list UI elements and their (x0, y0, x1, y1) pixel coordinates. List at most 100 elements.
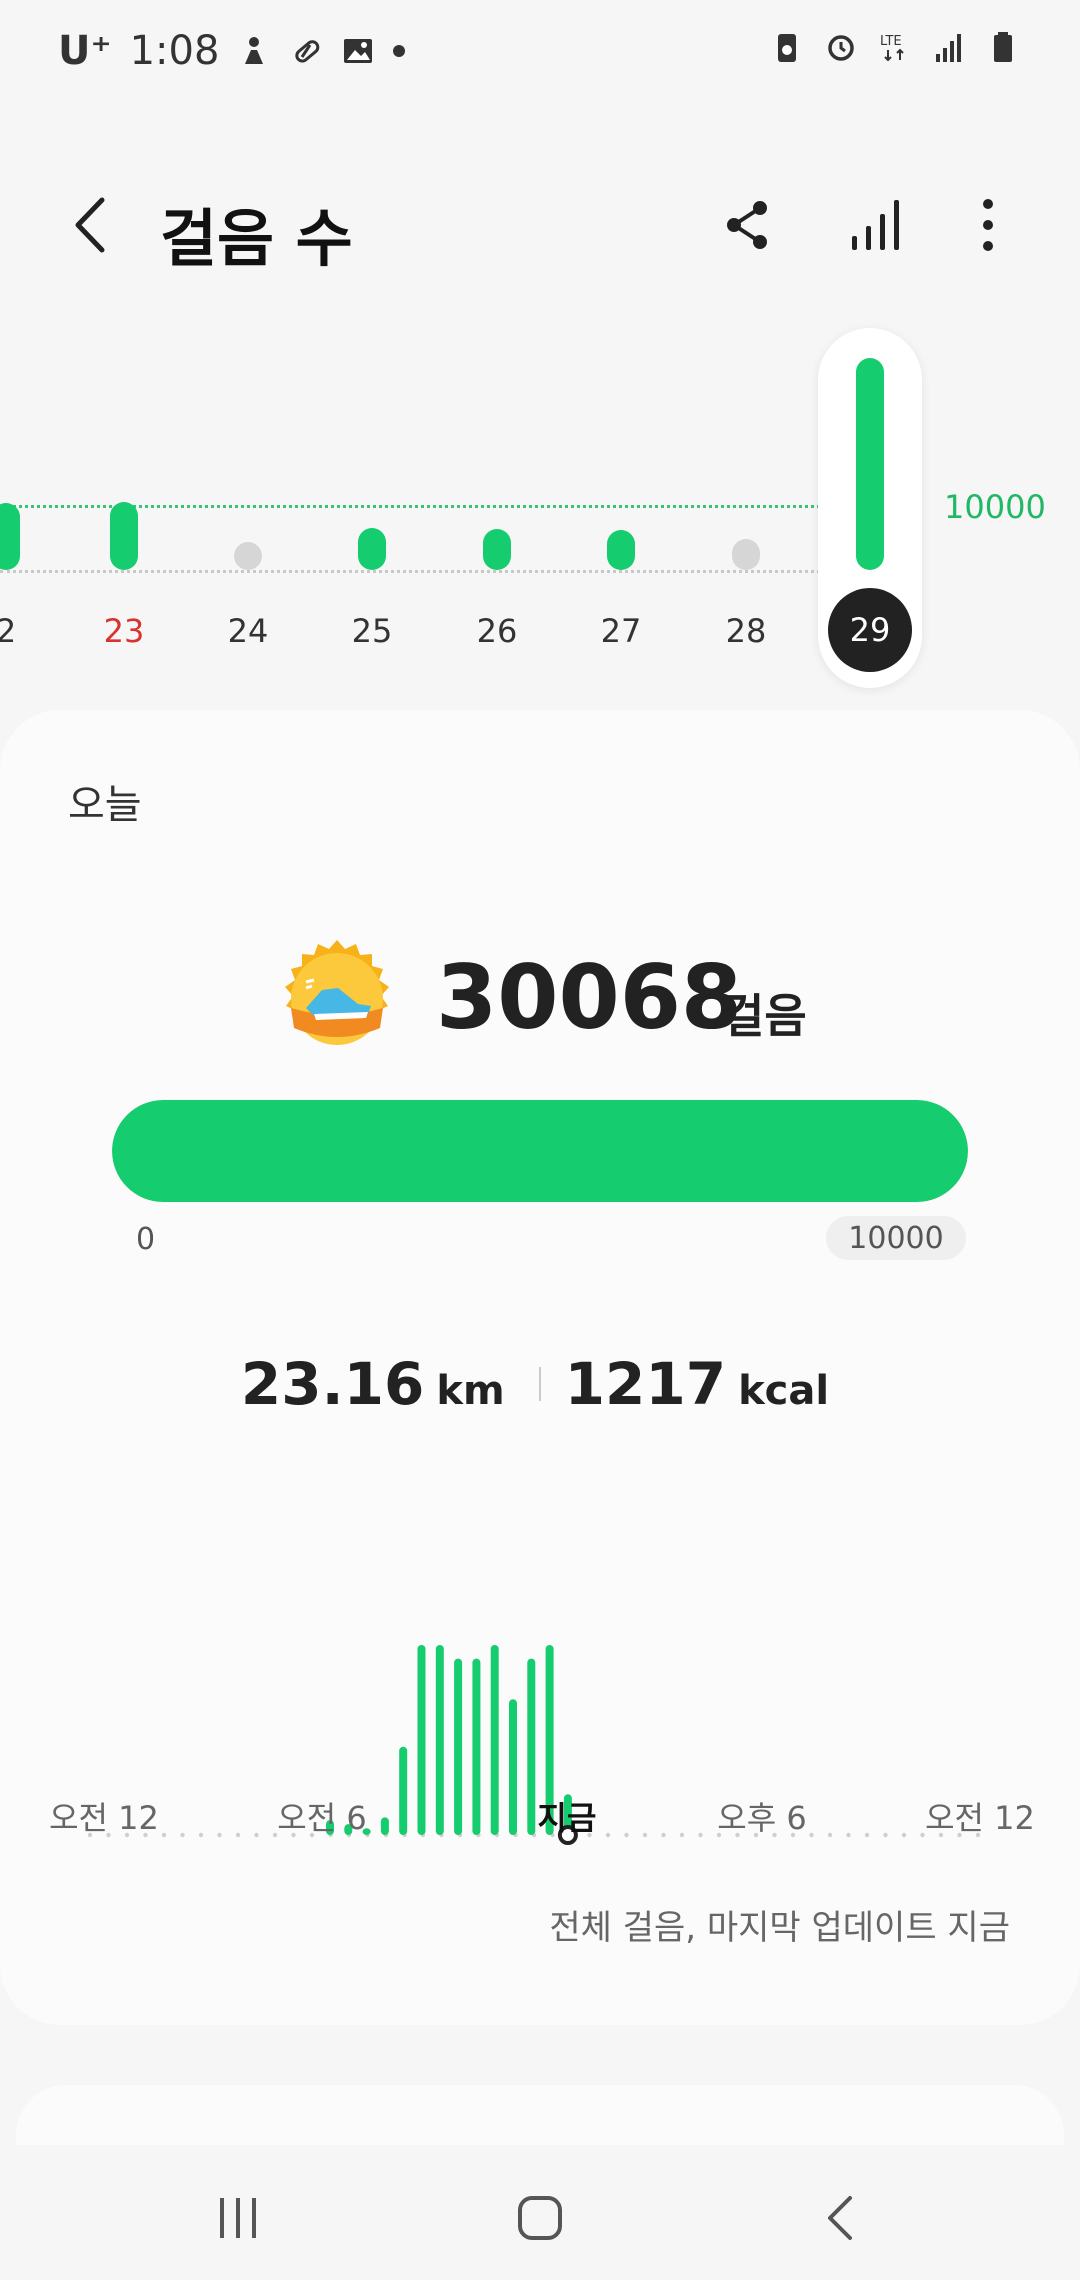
carrier-label: U⁺ (58, 28, 112, 74)
baseline-dot (901, 1832, 907, 1838)
day-steps-bar (110, 502, 138, 570)
baseline-dot (864, 1832, 870, 1838)
signal-icon (936, 34, 961, 62)
alarm-icon (828, 35, 854, 61)
baseline-dot (198, 1832, 204, 1838)
baseline-dot (624, 1832, 629, 1838)
hourly-steps-chart[interactable] (0, 1560, 1080, 1920)
battery-icon (994, 32, 1012, 62)
clock: 1:08 (129, 28, 220, 74)
baseline-dot (883, 1832, 888, 1838)
progress-goal-label[interactable]: 10000 (826, 1216, 966, 1260)
hourly-bar (490, 1645, 499, 1835)
hour-label: 오전 12 (925, 1799, 1035, 1837)
today-label: 오늘 (68, 782, 142, 828)
day-steps-bar (856, 358, 884, 570)
fitness-notification-icon (245, 37, 264, 64)
baseline-dot (642, 1832, 648, 1838)
day-steps-bar (732, 538, 760, 570)
lte-icon: LTE (880, 34, 904, 62)
hourly-bar (380, 1817, 389, 1835)
baseline-dot (217, 1832, 222, 1838)
baseline-dot (235, 1832, 241, 1838)
svg-text:LTE: LTE (880, 34, 902, 49)
baseline-dot (920, 1832, 925, 1838)
last-updated-note: 전체 걸음, 마지막 업데이트 지금 (549, 1908, 1010, 1948)
day-label: 24 (227, 612, 269, 650)
day-steps-bar (358, 527, 386, 570)
more-notifications-dot (393, 45, 406, 57)
app-header: 걸음 수 (0, 160, 1080, 290)
day-label: 23 (103, 612, 145, 650)
recent-apps-button[interactable] (208, 2188, 268, 2248)
day-label: 26 (476, 612, 518, 650)
distance-value: 23.16 (240, 1350, 425, 1418)
baseline-dot (661, 1832, 666, 1838)
day-steps-bar (607, 529, 635, 570)
hourly-bar (417, 1645, 426, 1835)
today-card: 오늘 30068 걸음 0 10000 23.16 km 1217 kcal 오… (0, 710, 1080, 2025)
hourly-bar (527, 1658, 536, 1835)
more-options-icon[interactable] (953, 190, 1023, 260)
baseline-dot (679, 1832, 685, 1838)
step-unit: 걸음 (722, 989, 807, 1043)
baseline-dot (605, 1832, 611, 1838)
day-label: 25 (351, 612, 393, 650)
hourly-bar (399, 1746, 408, 1835)
day-column[interactable]: 28 (716, 320, 776, 700)
baseline-dot (698, 1832, 703, 1838)
status-bar: U⁺ 1:08 LTE (0, 0, 1080, 110)
hour-label: 오후 6 (717, 1799, 807, 1837)
baseline-dot (254, 1832, 259, 1838)
image-icon (344, 39, 373, 63)
day-column[interactable]: 25 (342, 320, 402, 700)
trends-chart-icon[interactable] (842, 190, 912, 260)
baseline-dot (809, 1832, 814, 1838)
hour-label: 오전 6 (277, 1799, 367, 1837)
goal-progress-fill (112, 1100, 968, 1202)
day-column[interactable]: 26 (467, 320, 527, 700)
stats-divider (538, 1367, 541, 1401)
share-icon[interactable] (712, 190, 782, 260)
hourly-bar (435, 1645, 444, 1835)
calories-unit: kcal (738, 1368, 830, 1414)
baseline-dot (827, 1832, 833, 1838)
pill-icon (295, 40, 320, 63)
battery-saver-icon (778, 34, 796, 62)
hour-label: 오전 12 (49, 1799, 159, 1837)
distance-unit: km (436, 1368, 505, 1414)
day-steps-bar (0, 503, 20, 570)
baseline-dot (846, 1832, 851, 1838)
day-label: 2 (0, 612, 17, 650)
day-steps-bar (483, 529, 511, 570)
day-steps-bar (234, 542, 262, 570)
weekly-steps-strip[interactable]: 10000 2 23 24 25 26 27 28 29 (0, 320, 1080, 700)
day-column[interactable]: 23 (94, 320, 154, 700)
day-column[interactable]: 27 (591, 320, 651, 700)
back-button[interactable] (60, 190, 120, 260)
progress-min-label: 0 (136, 1222, 156, 1257)
home-button[interactable] (510, 2188, 570, 2248)
day-label: 28 (725, 612, 767, 650)
day-column[interactable]: 2 (0, 320, 36, 700)
day-column[interactable]: 24 (218, 320, 278, 700)
achievement-badge-icon (285, 940, 389, 1045)
baseline-dot (161, 1832, 167, 1838)
next-card-peek (16, 2085, 1064, 2145)
back-nav-button[interactable] (812, 2188, 872, 2248)
hourly-bar (472, 1658, 481, 1835)
navigation-bar (0, 2150, 1080, 2280)
selected-day-label: 29 (828, 588, 912, 672)
now-label: 지금 (537, 1799, 597, 1837)
calories-value: 1217 (564, 1350, 727, 1418)
stats-row: 23.16 km 1217 kcal (0, 1350, 1080, 1418)
hourly-bar (509, 1699, 517, 1835)
day-label: 27 (600, 612, 642, 650)
step-count: 30068 (436, 946, 743, 1049)
goal-label: 10000 (944, 488, 1046, 526)
baseline-dot (180, 1832, 185, 1838)
day-column[interactable]: 29 (828, 320, 912, 700)
goal-progress-bar (112, 1100, 968, 1202)
hourly-bar (454, 1658, 463, 1835)
page-title: 걸음 수 (160, 202, 353, 275)
